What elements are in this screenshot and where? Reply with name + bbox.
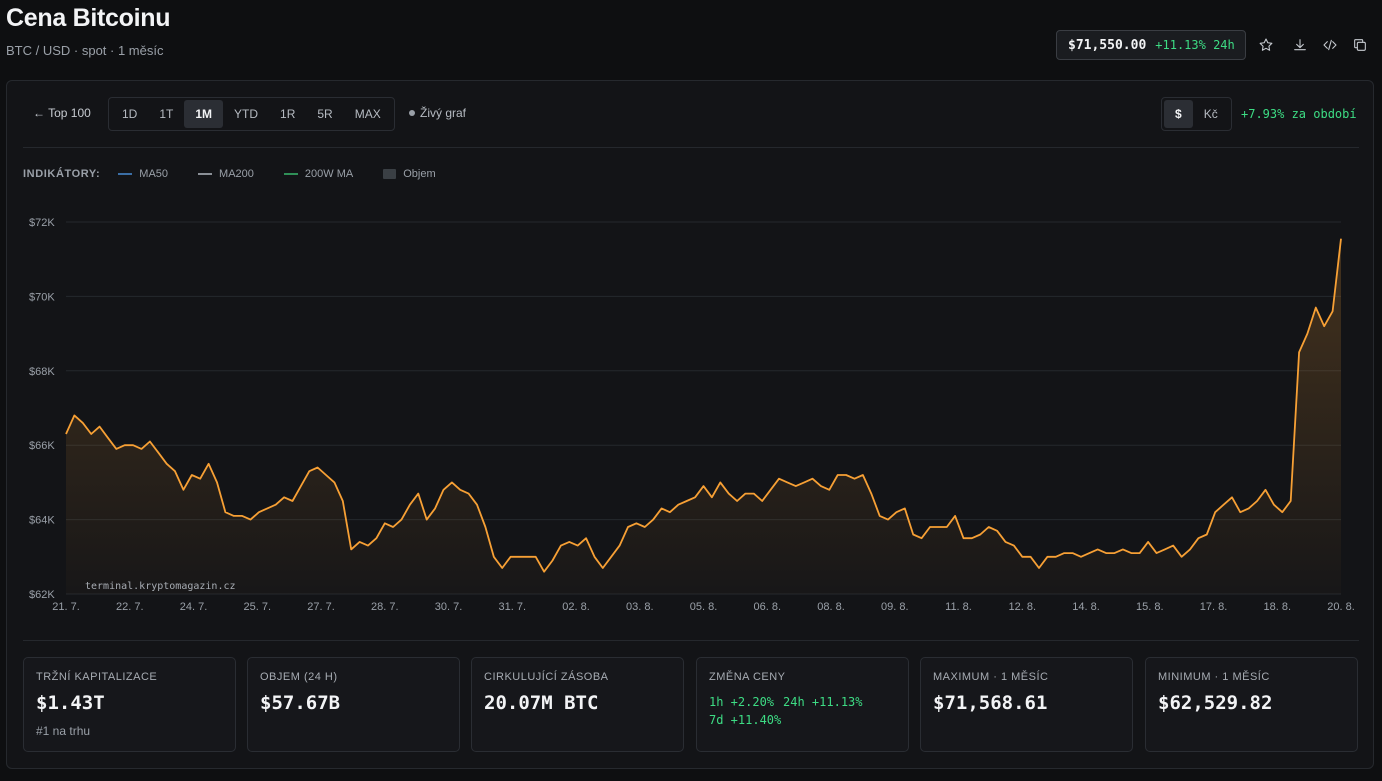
indicator-ma50[interactable]: MA50 — [118, 168, 168, 180]
indicator-label: MA50 — [139, 168, 169, 180]
range-btn-5r[interactable]: 5R — [306, 100, 343, 128]
x-tick-label: 18. 8. — [1263, 601, 1291, 613]
stats-row: TRŽNÍ KAPITALIZACE $1.43T #1 na trhu OBJEM … — [23, 657, 1359, 753]
card-value: $57.67B — [260, 692, 341, 714]
change-1h: 1h +2.20% — [709, 695, 775, 709]
price-chart[interactable]: $72K $70K $68K $66K $64K $62K21. 7. 22. 7. 24. … — [7, 201, 1373, 621]
x-tick-label: 02. 8. — [562, 601, 590, 613]
indicator-objem[interactable]: Objem — [383, 168, 436, 180]
indicator-label: 200W MA — [304, 168, 354, 180]
x-tick-label: 06. 8. — [753, 601, 781, 613]
live-chart-label: Živý graf — [420, 106, 467, 120]
price-pill: $71,550.00 +11.13% 24h — [1056, 30, 1246, 60]
max-card: MAXIMUM · 1 MĚSÍC $71,568.61 — [920, 657, 1133, 752]
card-value: $71,568.61 — [933, 692, 1048, 714]
x-tick-label: 28. 7. — [371, 601, 399, 613]
range-btn-ytd[interactable]: YTD — [223, 100, 269, 128]
indicator-label: Objem — [403, 168, 436, 180]
change-line: 1h +2.20% 24h +11.13% — [709, 693, 872, 711]
range-btn-max[interactable]: MAX — [344, 100, 392, 128]
range-selector: 1D 1T 1M YTD 1R 5R MAX — [108, 97, 395, 131]
price-change-24h: +11.13% 24h — [1155, 38, 1235, 52]
change-24h: 24h +11.13% — [783, 695, 863, 709]
live-dot-icon — [409, 110, 415, 116]
change-7d: 7d +11.40% — [709, 713, 782, 727]
live-chart-toggle[interactable]: Živý graf — [409, 106, 466, 120]
y-tick-label: $72K — [29, 217, 55, 229]
x-tick-label: 30. 7. — [435, 601, 463, 613]
x-tick-label: 15. 8. — [1136, 601, 1164, 613]
back-to-top100-link[interactable]: ← Top 100 — [33, 106, 91, 120]
y-tick-label: $66K — [29, 440, 55, 452]
x-tick-label: 14. 8. — [1072, 601, 1100, 613]
change-line: 7d +11.40% — [709, 711, 872, 729]
currency-btn-czk[interactable]: Kč — [1193, 100, 1229, 128]
card-label: OBJEM (24 H) — [260, 671, 338, 683]
price-area-fill — [66, 238, 1341, 594]
card-value: 20.07M BTC — [484, 692, 599, 714]
x-tick-label: 03. 8. — [626, 601, 654, 613]
x-tick-label: 17. 8. — [1200, 601, 1228, 613]
chart-watermark: terminal.kryptomagazin.cz — [85, 581, 236, 592]
card-label: MINIMUM · 1 MĚSÍC — [1158, 671, 1270, 683]
x-tick-label: 25. 7. — [243, 601, 271, 613]
download-icon[interactable] — [1290, 35, 1310, 55]
x-tick-label: 12. 8. — [1008, 601, 1036, 613]
indicator-ma200[interactable]: MA200 — [198, 168, 254, 180]
min-card: MINIMUM · 1 MĚSÍC $62,529.82 — [1145, 657, 1358, 752]
indicator-label: MA200 — [219, 168, 254, 180]
range-btn-1r[interactable]: 1R — [269, 100, 306, 128]
x-tick-label: 27. 7. — [307, 601, 335, 613]
indicator-swatch — [383, 169, 397, 179]
market-cap-card: TRŽNÍ KAPITALIZACE $1.43T #1 na trhu — [23, 657, 236, 752]
indicator-swatch — [118, 173, 133, 175]
page-header: Cena Bitcoinu BTC / USD · spot · 1 měsíc… — [0, 0, 1382, 80]
y-tick-label: $62K — [29, 589, 55, 601]
indicator-swatch — [198, 173, 213, 175]
supply-card: CIRKULUJÍCÍ ZÁSOBA 20.07M BTC — [471, 657, 684, 752]
x-tick-label: 08. 8. — [817, 601, 845, 613]
toolbar-divider — [23, 147, 1359, 148]
chart-panel: ← Top 100 1D 1T 1M YTD 1R 5R MAX Živý graf $ Kč… — [6, 80, 1374, 769]
copy-icon[interactable] — [1350, 35, 1370, 55]
chart-toolbar: ← Top 100 1D 1T 1M YTD 1R 5R MAX Živý graf $ Kč… — [23, 97, 1361, 131]
page-title: Cena Bitcoinu — [6, 4, 171, 32]
indicators-label: INDIKÁTORY: — [23, 168, 101, 180]
indicator-swatch — [283, 173, 298, 175]
card-label: CIRKULUJÍCÍ ZÁSOBA — [484, 671, 609, 683]
y-tick-label: $64K — [29, 515, 55, 527]
y-tick-label: $68K — [29, 366, 55, 378]
x-tick-label: 05. 8. — [690, 601, 718, 613]
y-tick-label: $70K — [29, 291, 55, 303]
card-value: $62,529.82 — [1158, 692, 1273, 714]
card-value: $1.43T — [36, 692, 105, 714]
currency-selector: $ Kč — [1161, 97, 1232, 131]
volume-card: OBJEM (24 H) $57.67B — [247, 657, 460, 752]
x-tick-label: 24. 7. — [180, 601, 208, 613]
card-label: ZMĚNA CENY — [709, 671, 786, 683]
x-tick-label: 09. 8. — [881, 601, 909, 613]
indicator-200w-ma[interactable]: 200W MA — [283, 168, 354, 180]
range-btn-1t[interactable]: 1T — [148, 100, 184, 128]
card-label: TRŽNÍ KAPITALIZACE — [36, 671, 158, 683]
x-tick-label: 22. 7. — [116, 601, 144, 613]
price-change-card: ZMĚNA CENY 1h +2.20% 24h +11.13% 7d +11.40% — [696, 657, 909, 752]
change-lines: 1h +2.20% 24h +11.13% 7d +11.40% — [709, 693, 872, 729]
period-change: +7.93% za období — [1241, 107, 1357, 121]
x-tick-label: 11. 8. — [945, 601, 972, 613]
x-tick-label: 31. 7. — [498, 601, 526, 613]
stats-divider — [23, 640, 1359, 641]
currency-btn-usd[interactable]: $ — [1164, 100, 1193, 128]
range-btn-1d[interactable]: 1D — [111, 100, 148, 128]
range-btn-1m[interactable]: 1M — [184, 100, 224, 128]
embed-code-icon[interactable] — [1320, 35, 1340, 55]
page-subtitle: BTC / USD · spot · 1 měsíc — [6, 43, 164, 58]
x-tick-label: 20. 8. — [1327, 601, 1355, 613]
indicators-row: INDIKÁTORY: MA50 MA200 200W MA Objem — [23, 167, 466, 181]
star-icon[interactable] — [1256, 35, 1276, 55]
x-tick-label: 21. 7. — [52, 601, 80, 613]
card-label: MAXIMUM · 1 MĚSÍC — [933, 671, 1049, 683]
card-sub: #1 na trhu — [36, 724, 91, 738]
current-price: $71,550.00 — [1068, 37, 1147, 53]
